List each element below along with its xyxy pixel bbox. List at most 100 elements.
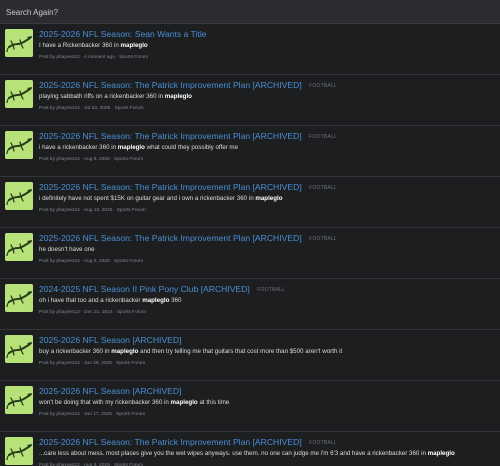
result-meta: Post by phaynes12 · Jun 29, 2025 · Sport… [39, 361, 494, 367]
search-results-page: 2025-2026 NFL Season: Sean Wants a Title… [0, 0, 500, 466]
meta-separator: · [81, 157, 83, 162]
avatar[interactable] [5, 182, 33, 210]
result-title-link[interactable]: 2025-2026 NFL Season: Sean Wants a Title [39, 29, 207, 39]
author-link[interactable]: phaynes12 [56, 106, 79, 111]
author-link[interactable]: phaynes12 [56, 361, 79, 366]
result-title-link[interactable]: 2025-2026 NFL Season: The Patrick Improv… [39, 437, 302, 447]
result-meta: Post by phaynes12 · Aug 6, 2025 · Sports… [39, 157, 494, 163]
search-result: 2025-2026 NFL Season: Sean Wants a Title… [0, 24, 500, 75]
search-result: 2025-2026 NFL Season: The Patrick Improv… [0, 126, 500, 177]
result-snippet: oh i have that too and a rickenbacker ma… [39, 297, 494, 305]
avatar[interactable] [5, 437, 33, 465]
meta-separator: · [111, 259, 113, 264]
avatar[interactable] [5, 386, 33, 414]
post-date: Jun 29, 2025 [84, 361, 112, 366]
search-result: 2025-2026 NFL Season: The Patrick Improv… [0, 228, 500, 279]
forum-link[interactable]: Sports Forum [119, 55, 148, 60]
lizard-avatar-icon [5, 80, 33, 108]
avatar[interactable] [5, 29, 33, 57]
meta-separator: · [113, 208, 116, 213]
post-date: A moment ago [83, 55, 115, 60]
meta-separator: · [111, 106, 114, 111]
meta-prefix: Post by [39, 310, 55, 315]
snippet-text-before: won't be doing that with my rickenbacker… [39, 399, 171, 406]
author-link[interactable]: phaynes12 [56, 55, 79, 60]
lizard-avatar-icon [5, 437, 33, 465]
author-link[interactable]: phaynes12 [56, 157, 79, 162]
post-date: Aug 6, 2025 [83, 259, 110, 264]
result-meta: Post by phaynes12 · Dec 31, 2024 · Sport… [39, 310, 494, 316]
avatar[interactable] [5, 284, 33, 312]
result-snippet: I have a Rickenbacker 360 in mapleglo [39, 42, 494, 50]
result-title-link[interactable]: 2024-2025 NFL Season II Pink Pony Club [… [39, 284, 250, 294]
forum-link[interactable]: Sports Forum [114, 259, 143, 264]
forum-link[interactable]: Sports Forum [117, 310, 146, 315]
result-snippet: playing sabbath riffs on a rickenbacker … [39, 93, 494, 101]
snippet-highlight: mapleglo [142, 297, 170, 304]
result-body: 2025-2026 NFL Season [ARCHIVED] buy a ri… [39, 333, 494, 367]
snippet-text-before: oh i have that too and a rickenbacker [39, 297, 143, 304]
result-title-line: 2025-2026 NFL Season [ARCHIVED] [39, 384, 494, 396]
snippet-text-before: buy a rickenbacker 360 in [39, 348, 112, 355]
result-body: 2025-2026 NFL Season: The Patrick Improv… [39, 435, 494, 466]
search-result: 2025-2026 NFL Season: The Patrick Improv… [0, 75, 500, 126]
result-snippet: i have a rickenbacker 360 in mapleglo wh… [39, 144, 494, 152]
forum-link[interactable]: Sports Forum [114, 157, 143, 162]
meta-prefix: Post by [39, 157, 55, 162]
result-title-link[interactable]: 2025-2026 NFL Season: The Patrick Improv… [39, 182, 302, 192]
result-body: 2025-2026 NFL Season: Sean Wants a Title… [39, 27, 494, 61]
result-title-link[interactable]: 2025-2026 NFL Season: The Patrick Improv… [39, 131, 302, 141]
forum-link[interactable]: Sports Forum [117, 208, 146, 213]
result-meta: Post by phaynes12 · A moment ago · Sport… [39, 55, 494, 61]
result-snippet: won't be doing that with my rickenbacker… [39, 399, 494, 407]
result-title-link[interactable]: 2025-2026 NFL Season [ARCHIVED] [39, 386, 182, 396]
avatar[interactable] [5, 335, 33, 363]
author-link[interactable]: phaynes12 [56, 310, 79, 315]
search-input[interactable] [6, 4, 494, 20]
results-list: 2025-2026 NFL Season: Sean Wants a Title… [0, 24, 500, 466]
search-result: 2025-2026 NFL Season [ARCHIVED] buy a ri… [0, 330, 500, 381]
result-meta: Post by phaynes12 · Jun 17, 2025 · Sport… [39, 412, 494, 418]
result-title-link[interactable]: 2025-2026 NFL Season: The Patrick Improv… [39, 80, 302, 90]
snippet-highlight: mapleglo [170, 399, 198, 406]
snippet-highlight: mapleglo [164, 93, 192, 100]
meta-separator: · [113, 361, 115, 366]
snippet-text-before: i definitely have not spent $15K on guit… [39, 195, 256, 202]
post-date: Jul 23, 2025 [84, 106, 111, 111]
post-date: Jun 17, 2025 [84, 412, 112, 417]
snippet-highlight: mapleglo [111, 348, 139, 355]
result-meta: Post by phaynes12 · Jul 23, 2025 · Sport… [39, 106, 494, 112]
forum-link[interactable]: Sports Forum [115, 106, 144, 111]
meta-separator: · [81, 259, 83, 264]
snippet-highlight: mapleglo [120, 42, 148, 49]
meta-separator: · [111, 157, 113, 162]
meta-prefix: Post by [39, 106, 55, 111]
avatar[interactable] [5, 233, 33, 261]
forum-link[interactable]: Sports Forum [116, 412, 145, 417]
meta-separator: · [114, 310, 116, 315]
result-forum-tag: FOOTBALL [309, 83, 337, 89]
avatar[interactable] [5, 131, 33, 159]
meta-separator: · [81, 412, 83, 417]
result-title-link[interactable]: 2025-2026 NFL Season [ARCHIVED] [39, 335, 182, 345]
result-title-link[interactable]: 2025-2026 NFL Season: The Patrick Improv… [39, 233, 302, 243]
meta-prefix: Post by [39, 208, 55, 213]
snippet-highlight: mapleglo [117, 144, 145, 151]
snippet-text-after: what could they possibly offer me [144, 144, 239, 151]
meta-prefix: Post by [39, 412, 55, 417]
author-link[interactable]: phaynes12 [56, 259, 79, 264]
author-link[interactable]: phaynes12 [56, 412, 79, 417]
result-title-line: 2025-2026 NFL Season: The Patrick Improv… [39, 435, 494, 447]
search-result: 2024-2025 NFL Season II Pink Pony Club [… [0, 279, 500, 330]
result-body: 2025-2026 NFL Season: The Patrick Improv… [39, 129, 494, 163]
lizard-avatar-icon [5, 131, 33, 159]
author-link[interactable]: phaynes12 [56, 208, 79, 213]
snippet-text-after: at this time [197, 399, 230, 406]
avatar[interactable] [5, 80, 33, 108]
post-date: Aug 6, 2025 [83, 157, 110, 162]
result-body: 2025-2026 NFL Season: The Patrick Improv… [39, 231, 494, 265]
lizard-avatar-icon [5, 284, 33, 312]
result-body: 2025-2026 NFL Season: The Patrick Improv… [39, 180, 494, 214]
meta-separator: · [116, 55, 118, 60]
forum-link[interactable]: Sports Forum [116, 361, 145, 366]
